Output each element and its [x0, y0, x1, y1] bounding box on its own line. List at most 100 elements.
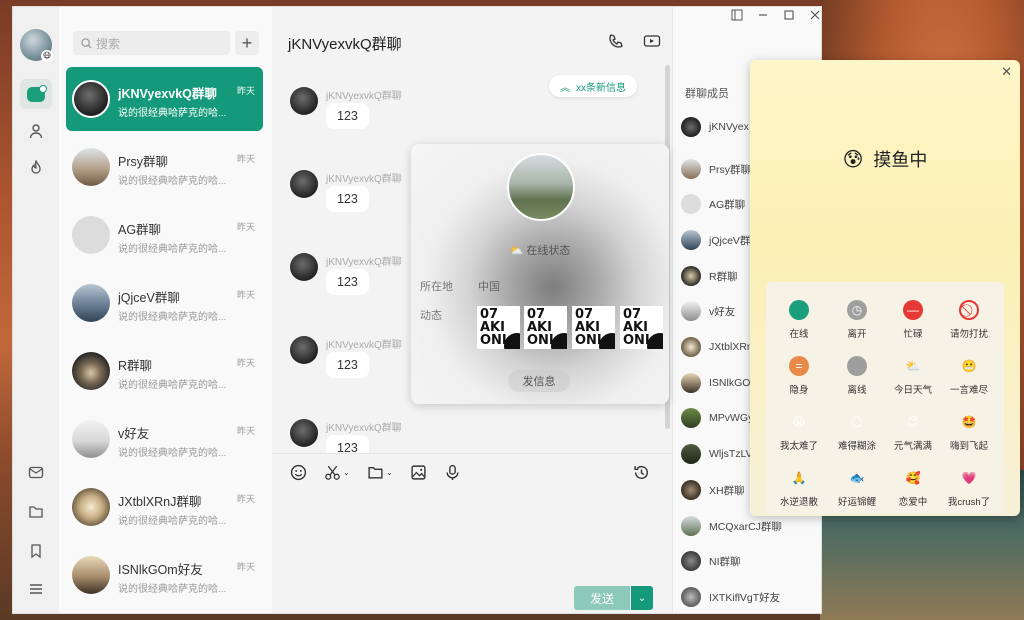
status-option-label: 在线: [789, 329, 809, 340]
profile-avatar[interactable]: [507, 153, 575, 221]
my-avatar[interactable]: 😷: [20, 29, 53, 62]
message-text[interactable]: 123: [326, 269, 369, 295]
emoji-button[interactable]: [290, 464, 307, 481]
status-option[interactable]: 😬 一言难尽: [940, 356, 998, 396]
avatar: [72, 352, 110, 390]
member-item[interactable]: v好友: [681, 300, 735, 322]
status-option[interactable]: — 忙碌: [884, 300, 942, 340]
member-item[interactable]: R群聊: [681, 265, 738, 287]
status-option-label: 难得糊涂: [837, 441, 876, 452]
member-item[interactable]: IXTKiflVgT好友: [681, 586, 780, 608]
moment-thumbnail[interactable]: 07 AKI ONI: [524, 306, 567, 349]
conversation-item[interactable]: AG群聊 昨天 说的很经典哈萨克的哈...: [66, 203, 263, 267]
members-title: 群聊成员: [685, 88, 729, 100]
status-option[interactable]: 在线: [770, 300, 828, 340]
nav-sidebar: 😷: [13, 7, 59, 613]
moment-thumbnail[interactable]: 07 AKI ONI: [620, 306, 663, 349]
nav-menu[interactable]: [20, 574, 52, 604]
nav-favorites[interactable]: [20, 536, 52, 566]
chat-title: jKNVyexvkQ群聊: [288, 36, 402, 53]
status-option[interactable]: ⃠ 请勿打扰: [940, 300, 998, 340]
member-item[interactable]: XH群聊: [681, 479, 745, 501]
conversation-item[interactable]: ISNlkGOm好友 昨天 说的很经典哈萨克的哈...: [66, 543, 263, 607]
message-text[interactable]: 123: [326, 103, 369, 129]
conversation-item[interactable]: v好友 昨天 说的很经典哈萨克的哈...: [66, 407, 263, 471]
status-option[interactable]: 🙏 水逆退散: [770, 468, 828, 508]
search-input[interactable]: 搜索: [73, 31, 230, 55]
conversation-time: 昨天: [236, 222, 255, 232]
status-option[interactable]: 🐟 好运锦鲤: [828, 468, 886, 508]
avatar: [681, 194, 701, 214]
status-option[interactable]: 离线: [828, 356, 886, 396]
status-option[interactable]: 😭 我太难了: [770, 412, 828, 452]
history-button[interactable]: [633, 464, 650, 481]
conversation-name: v好友: [118, 427, 150, 441]
member-item[interactable]: MPvWGy: [681, 407, 753, 429]
maximize-icon[interactable]: [783, 9, 795, 24]
crying-face-icon: 😭: [791, 415, 807, 429]
status-option[interactable]: 🥰 恋爱中: [884, 468, 942, 508]
chevron-down-icon: ⌄: [637, 592, 647, 604]
member-item[interactable]: ISNlkGO: [681, 372, 750, 394]
member-item[interactable]: JXtblXRn: [681, 336, 753, 358]
avatar: [681, 480, 701, 500]
video-call-button[interactable]: [642, 31, 662, 51]
moment-thumbnail[interactable]: 07 AKI ONI: [572, 306, 615, 349]
conversation-time: 昨天: [236, 154, 255, 164]
member-item[interactable]: jKNVyex: [681, 116, 749, 138]
status-option[interactable]: ⛅ 今日天气: [884, 356, 942, 396]
nav-files[interactable]: [20, 497, 52, 527]
scissors-icon: [325, 465, 340, 480]
double-chevron-up-icon: ︽: [560, 82, 570, 94]
status-option[interactable]: = 隐身: [770, 356, 828, 396]
member-item[interactable]: AG群聊: [681, 193, 745, 215]
conversation-item[interactable]: jQjceV群聊 昨天 说的很经典哈萨克的哈...: [66, 271, 263, 335]
message-text[interactable]: 123: [326, 186, 369, 212]
conversation-preview: 说的很经典哈萨克的哈...: [118, 312, 227, 323]
send-options-button[interactable]: ⌄: [631, 586, 653, 610]
avatar: [681, 373, 701, 393]
conversation-item[interactable]: Prsy群聊 昨天 说的很经典哈萨克的哈...: [66, 135, 263, 199]
voice-call-button[interactable]: [606, 31, 626, 51]
weather-icon: ⛅: [905, 359, 921, 373]
add-button[interactable]: +: [235, 31, 259, 55]
close-icon[interactable]: ✕: [1001, 64, 1012, 80]
member-item[interactable]: WljsTzLV: [681, 443, 753, 465]
nav-chat[interactable]: [20, 79, 52, 109]
conversation-name: AG群聊: [118, 223, 162, 237]
nav-moments[interactable]: [20, 153, 52, 183]
sidebar-toggle-icon[interactable]: [731, 9, 743, 24]
status-option[interactable]: 😶 难得糊涂: [828, 412, 886, 452]
nav-mail[interactable]: [20, 457, 52, 487]
new-messages-pill[interactable]: ︽ xx条新信息: [549, 75, 637, 97]
close-icon[interactable]: [809, 9, 821, 24]
image-button[interactable]: [410, 464, 427, 481]
send-button[interactable]: 发送: [574, 586, 630, 610]
file-button[interactable]: ⌄: [367, 464, 393, 481]
member-item[interactable]: MCQxarCJ群聊: [681, 515, 782, 537]
nav-contacts[interactable]: [20, 116, 52, 146]
message-text[interactable]: 123: [326, 352, 369, 378]
avatar: [290, 419, 318, 447]
status-option[interactable]: 🤩 嗨到飞起: [940, 412, 998, 452]
status-option[interactable]: 💗 我crush了: [940, 468, 998, 508]
conversation-preview: 说的很经典哈萨克的哈...: [118, 108, 227, 119]
screenshot-button[interactable]: ⌄: [324, 464, 350, 481]
voice-button[interactable]: [444, 464, 461, 481]
conversation-item[interactable]: jKNVyexvkQ群聊 昨天 说的很经典哈萨克的哈...: [66, 67, 263, 131]
conversation-item[interactable]: R群聊 昨天 说的很经典哈萨克的哈...: [66, 339, 263, 403]
conversation-item[interactable]: JXtblXRnJ群聊 昨天 说的很经典哈萨克的哈...: [66, 475, 263, 539]
microphone-icon: [446, 464, 459, 480]
chevron-down-icon: ⌄: [386, 468, 393, 477]
message-text[interactable]: 123: [326, 435, 369, 453]
member-name: jKNVyex: [709, 121, 749, 133]
status-option[interactable]: 😊 元气满满: [884, 412, 942, 452]
send-message-button[interactable]: 发信息: [508, 370, 570, 392]
minimize-icon[interactable]: [757, 9, 769, 24]
member-item[interactable]: jQjceV群: [681, 229, 750, 251]
moments-label: 动态: [420, 310, 442, 322]
moment-thumbnail[interactable]: 07 AKI ONI: [477, 306, 520, 349]
status-option[interactable]: ◷ 离开: [828, 300, 886, 340]
member-item[interactable]: Prsy群聊: [681, 158, 751, 180]
member-item[interactable]: NI群聊: [681, 550, 741, 572]
